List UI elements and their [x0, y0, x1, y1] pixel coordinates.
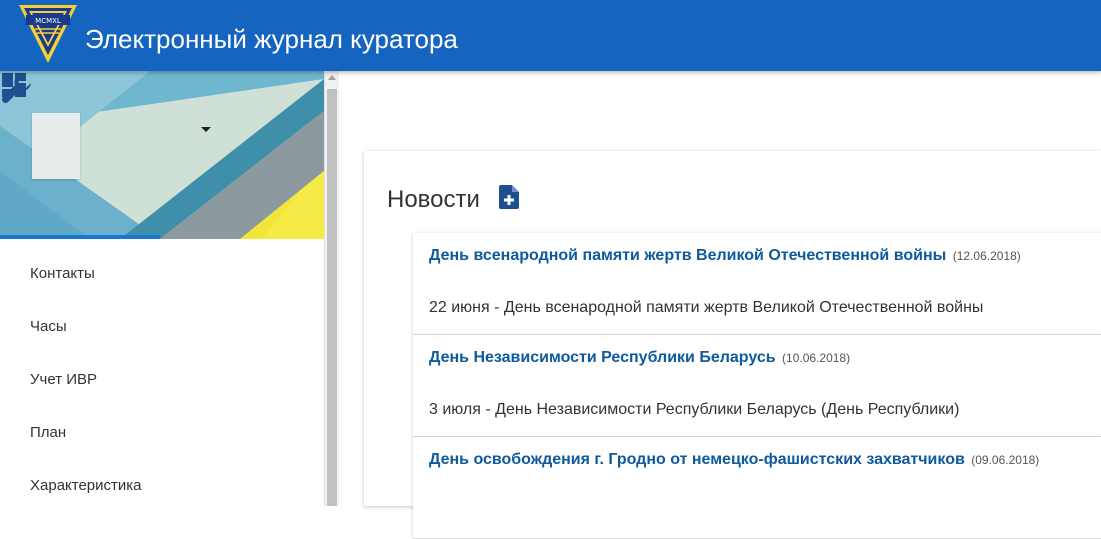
sidebar: Контакты Часы Учет ИВР План Характеристи…	[0, 71, 339, 506]
user-avatar[interactable]	[32, 113, 80, 179]
news-heading: Новости	[387, 186, 480, 213]
scrollbar-thumb[interactable]	[327, 89, 337, 506]
news-card: Новости День всенародной памяти жертв Ве…	[364, 151, 1101, 539]
active-tab-indicator	[0, 235, 160, 239]
app-title: Электронный журнал куратора	[85, 24, 458, 54]
news-item: День всенародной памяти жертв Великой От…	[413, 233, 1101, 335]
news-body: 22 июня - День всенародной памяти жертв …	[429, 299, 984, 316]
news-body: 3 июля - День Независимости Республики Б…	[429, 401, 960, 418]
news-item: День освобождения г. Гродно от немецко-ф…	[413, 437, 1101, 539]
main-content: Новости День всенародной памяти жертв Ве…	[339, 71, 1101, 539]
sidebar-nav: Контакты Часы Учет ИВР План Характеристи…	[0, 247, 324, 512]
account-dropdown-caret-icon[interactable]	[201, 127, 211, 132]
college-logo[interactable]: MCMXL	[17, 3, 79, 65]
news-list: День всенародной памяти жертв Великой От…	[413, 233, 1101, 539]
sidebar-item-contacts[interactable]: Контакты	[0, 247, 324, 300]
news-title-link[interactable]: День освобождения г. Гродно от немецко-ф…	[429, 451, 965, 468]
news-item: День Независимости Республики Беларусь (…	[413, 335, 1101, 437]
news-date: (09.06.2018)	[971, 453, 1040, 467]
file-plus-icon[interactable]	[499, 185, 519, 209]
svg-text:MCMXL: MCMXL	[35, 17, 61, 25]
sidebar-item-hours[interactable]: Часы	[0, 300, 324, 353]
wrench-icon[interactable]	[0, 71, 34, 105]
sidebar-item-characteristic[interactable]: Характеристика	[0, 459, 324, 512]
scroll-up-arrow-icon[interactable]	[328, 75, 336, 80]
news-title-link[interactable]: День Независимости Республики Беларусь	[429, 349, 776, 366]
sidebar-scrollbar[interactable]	[324, 71, 339, 506]
news-title-link[interactable]: День всенародной памяти жертв Великой От…	[429, 247, 946, 264]
sidebar-header	[0, 71, 324, 239]
sidebar-item-ivr[interactable]: Учет ИВР	[0, 353, 324, 406]
news-date: (12.06.2018)	[952, 249, 1021, 263]
news-date: (10.06.2018)	[782, 351, 851, 365]
top-app-bar: MCMXL Электронный журнал куратора	[0, 0, 1101, 71]
sidebar-item-plan[interactable]: План	[0, 406, 324, 459]
